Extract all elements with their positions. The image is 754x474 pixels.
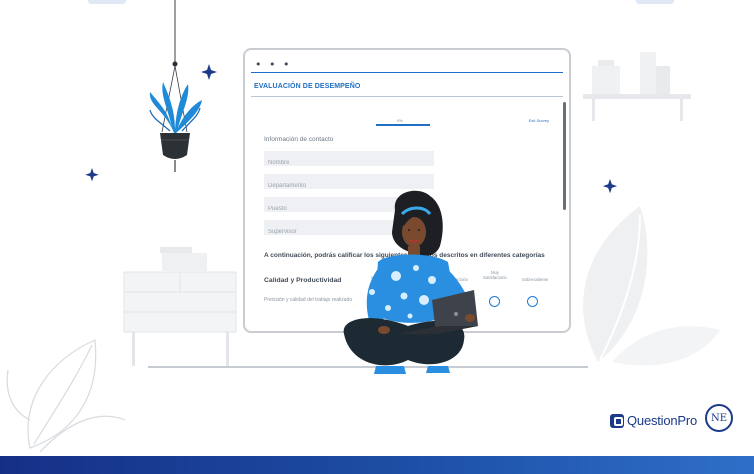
illustration-scene: • • • EVALUACIÓN DE DESEMPEÑO 0% Exit Su… (0, 0, 754, 474)
woman-with-laptop (343, 190, 478, 374)
questionpro-wordmark: QuestionPro (627, 413, 698, 428)
partner-badge: NE (705, 404, 733, 432)
questionpro-mark-icon (610, 413, 624, 428)
bottom-gradient-band (0, 456, 754, 474)
questionpro-logo: QuestionPro (610, 413, 697, 428)
